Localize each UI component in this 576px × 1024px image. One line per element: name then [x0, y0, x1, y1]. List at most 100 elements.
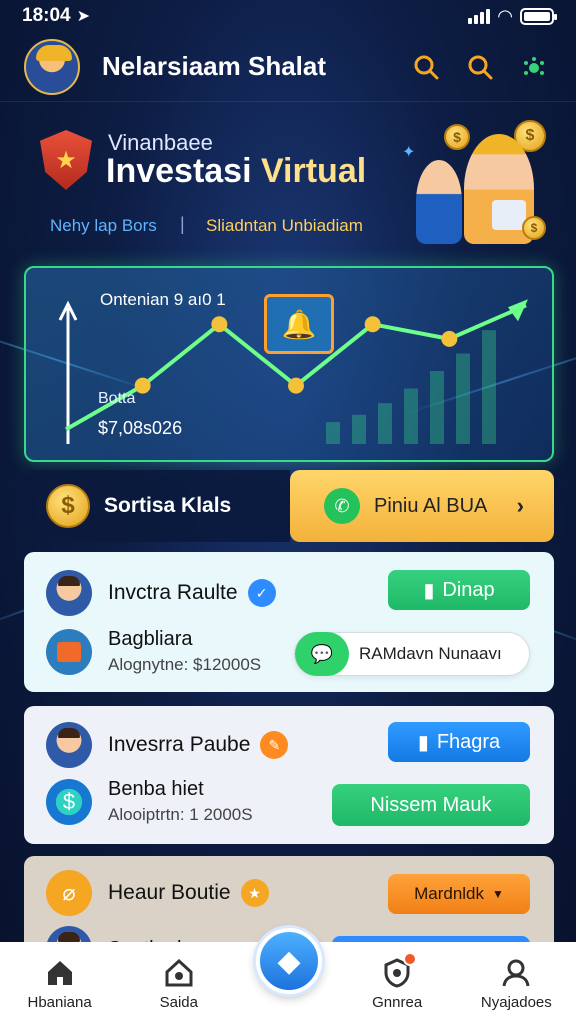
card-header-row: ⌀ Heaur Boutie ★ [46, 870, 269, 916]
nav-item-saida[interactable]: Saida [129, 956, 229, 1011]
coin-icon: ⌀ [46, 870, 92, 916]
whatsapp-icon: ✆ [324, 488, 360, 524]
hero-separator: | [180, 214, 185, 234]
whatsapp-button-label: Piniu Al BUA [374, 494, 488, 517]
hero-link-right[interactable]: Sliadntan Unbiadiam [206, 216, 363, 236]
chart-label: Botta [98, 390, 136, 407]
card-meta: Alognytne: $12000S [108, 655, 262, 674]
chat-bubble-icon: 💬 [295, 632, 349, 676]
balance-chip[interactable]: $ Sortisa Klals [24, 470, 290, 542]
hero-link-left[interactable]: Nehy lap Bors [50, 216, 157, 236]
header-title: Nelarsiaam Shalat [102, 51, 327, 81]
card-dropdown-button[interactable]: Mardnldk ▼ [388, 874, 530, 914]
hero-banner: ★ Vinanbaee Investasi Virtual Nehy lap B… [0, 112, 576, 252]
shield-icon [379, 952, 418, 990]
card-subtitle: Benba hiet [108, 778, 204, 800]
tools-icon: ✎ [260, 731, 289, 759]
app-header: Nelarsiaam Shalat [0, 32, 576, 102]
chat-pill-label: RAMdavn Nunaavı [359, 644, 502, 663]
home-icon [42, 956, 78, 990]
status-time: 18:04 [22, 5, 71, 26]
investment-card: Invctra Raulte ✓ ▮ Dinap Bagbliara Alogny… [24, 552, 554, 692]
investor-figure [416, 160, 462, 244]
notification-dot [403, 952, 418, 966]
chart-bar [378, 403, 392, 444]
card-action-button[interactable]: ▮ Fhagra [388, 722, 530, 762]
card-name: Invesrra Paube [108, 733, 251, 756]
shield-icon: ★ [40, 130, 92, 190]
card-header-row: Invctra Raulte ✓ [46, 570, 276, 616]
chart-bar [456, 353, 470, 444]
search-icon[interactable] [462, 49, 498, 85]
document-icon [492, 200, 526, 230]
chart-value: $7,08s026 [98, 418, 183, 438]
coin-icon: $ [444, 124, 470, 150]
card-secondary-button[interactable]: Nissem Mauk [332, 784, 530, 826]
chart-bar [326, 422, 340, 444]
bug-icon[interactable] [516, 49, 552, 85]
card-name: Heaur Boutie [108, 881, 231, 904]
investor-illustration: $ $ $ ✦ [396, 120, 546, 250]
chart-bar [482, 330, 496, 444]
card-action-label: Fhagra [436, 730, 501, 753]
card-header-row: Invesrra Paube ✎ [46, 722, 289, 768]
chat-pill[interactable]: 💬 RAMdavn Nunaavı [294, 632, 530, 676]
card-meta: Alooiptrtn: 1 2000S [108, 805, 253, 824]
nav-item-profile[interactable]: Nyajadoes [466, 956, 566, 1011]
card-action-label: Mardnldk [414, 884, 485, 903]
card-action-label: Dinap [442, 578, 495, 601]
chevron-right-icon: › [516, 493, 524, 518]
whatsapp-button[interactable]: ✆ Piniu Al BUA › [290, 470, 554, 542]
center-action-button[interactable]: ◆ [256, 928, 322, 994]
location-arrow-icon: ➤ [76, 8, 91, 25]
book-icon [46, 628, 92, 675]
avatar [46, 722, 92, 768]
chart-trend-arrow [508, 299, 528, 322]
card-name: Invctra Raulte [108, 581, 238, 604]
chevron-down-icon: ▼ [492, 887, 504, 901]
coin-icon: $ [522, 216, 546, 240]
portfolio-chart-card[interactable]: Ontenian 9 aı0 1 🔔 Botta $7,08s026 [24, 266, 554, 462]
avatar [46, 570, 92, 616]
dollar-coin-icon: $ [46, 484, 90, 528]
battery-icon [520, 7, 557, 25]
chart-bar [352, 414, 366, 444]
signal-icon [468, 8, 491, 24]
chart-bar-icon: ▮ [423, 579, 435, 602]
chart-bar-icon: ▮ [417, 731, 429, 754]
chart-point [364, 316, 381, 333]
sparkle-icon: ✦ [402, 144, 416, 161]
chart-bar [404, 388, 418, 444]
house-outline-icon [161, 956, 197, 990]
card-detail-row: $ Benba hiet Alooiptrtn: 1 2000S [46, 778, 253, 825]
nav-label: Hbaniana [27, 994, 92, 1011]
avatar[interactable] [24, 38, 80, 95]
verified-icon: ✓ [247, 579, 276, 607]
chart-point [441, 330, 458, 347]
hero-title-part1: Investasi [106, 152, 261, 190]
card-action-button[interactable]: ▮ Dinap [388, 570, 530, 610]
dollar-shield-icon: $ [46, 778, 92, 825]
hero-title: Investasi Virtual [106, 152, 366, 191]
nav-label: Gnnrea [372, 994, 423, 1011]
nav-label: Saida [159, 994, 198, 1011]
profile-icon [498, 956, 534, 990]
status-bar: 18:04 ➤ ◠ [0, 0, 576, 32]
balance-label: Sortisa Klals [104, 494, 232, 517]
bell-icon: 🔔 [264, 294, 334, 354]
chart-title: Ontenian 9 aı0 1 [100, 290, 226, 309]
chart-point [211, 316, 228, 333]
nav-item-home[interactable]: Hbaniana [10, 956, 110, 1011]
chart-point [288, 377, 304, 394]
search-icon[interactable] [408, 49, 444, 85]
diamond-icon: ◆ [277, 944, 301, 978]
wifi-icon: ◠ [498, 5, 512, 26]
card-detail-row: Bagbliara Alognytne: $12000S [46, 628, 261, 675]
nav-item-gnnrea[interactable]: Gnnrea [347, 952, 447, 1011]
action-row: $ Sortisa Klals ✆ Piniu Al BUA › [24, 470, 554, 542]
star-icon: ★ [240, 879, 269, 907]
chart-point [134, 377, 151, 394]
hero-title-part2: Virtual [260, 152, 367, 190]
chart-bar [430, 371, 444, 444]
nav-label: Nyajadoes [480, 994, 552, 1011]
